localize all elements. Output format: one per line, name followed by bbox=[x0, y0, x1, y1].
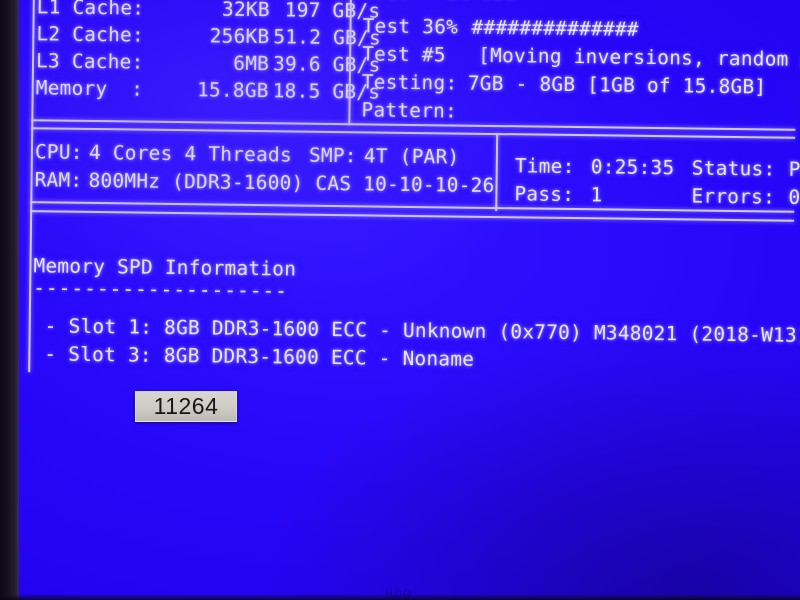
smp-label: SMP: bbox=[308, 143, 357, 168]
time-value: 0:25:35 bbox=[590, 155, 675, 180]
errors-label: Errors: bbox=[691, 184, 776, 209]
smp-value: 4T (PAR) bbox=[363, 144, 460, 169]
status-value: Pass bbox=[788, 157, 800, 182]
monitor-bezel-left bbox=[0, 0, 19, 600]
pass-count-value: 1 bbox=[590, 183, 603, 207]
pattern-label: Pattern: bbox=[361, 98, 458, 123]
test-progress-label: Test 36% bbox=[362, 14, 459, 39]
test-progress-bar: ############## bbox=[471, 15, 639, 41]
l3-cache-label: L3 Cache: bbox=[35, 49, 144, 74]
memtest-screen: p 3500MHz 41/10 C Pass 8% ### L1 Cache: … bbox=[9, 0, 800, 600]
test-description: [Moving inversions, random patte bbox=[478, 43, 789, 71]
memory-label: Memory : bbox=[35, 76, 144, 101]
spd-rule: -------------------- bbox=[33, 276, 289, 303]
test-number-label: Test #5 bbox=[362, 42, 446, 67]
pass-count-label: Pass: bbox=[514, 182, 575, 207]
ram-label: RAM: bbox=[34, 168, 83, 192]
l3-cache-size: 6MB bbox=[233, 51, 270, 76]
status-label: Status: bbox=[691, 156, 776, 181]
l1-cache-size: 32KB bbox=[221, 0, 270, 22]
l2-cache-size: 256KB bbox=[209, 24, 270, 49]
cpu-value: 4 Cores 4 Threads bbox=[88, 140, 293, 167]
spd-slot-row: - Slot 3: 8GB DDR3-1600 ECC - Noname bbox=[44, 342, 475, 371]
monitor-photo: p 3500MHz 41/10 C Pass 8% ### L1 Cache: … bbox=[0, 0, 800, 600]
errors-value: 0 bbox=[788, 185, 800, 209]
l1-cache-label: L1 Cache: bbox=[36, 0, 145, 20]
overlay-sticker-value: 11264 bbox=[153, 393, 219, 419]
time-label: Time: bbox=[514, 154, 575, 179]
ram-value: 800MHz (DDR3-1600) CAS 10-10-10-26 bbox=[88, 168, 495, 198]
memory-size: 15.8GB bbox=[196, 78, 269, 103]
l2-cache-label: L2 Cache: bbox=[36, 22, 145, 47]
testing-range-value: 7GB - 8GB [1GB of 15.8GB] bbox=[467, 71, 767, 99]
cpu-label: CPU: bbox=[34, 140, 83, 164]
footer-faint-text: HDG bbox=[385, 588, 413, 600]
pass-progress-line: Pass 8% ### bbox=[363, 0, 519, 6]
testing-label: Testing: bbox=[361, 70, 458, 95]
terminal-text-layer: p 3500MHz 41/10 C Pass 8% ### L1 Cache: … bbox=[9, 0, 800, 600]
overlay-sticker: 11264 bbox=[135, 391, 237, 422]
